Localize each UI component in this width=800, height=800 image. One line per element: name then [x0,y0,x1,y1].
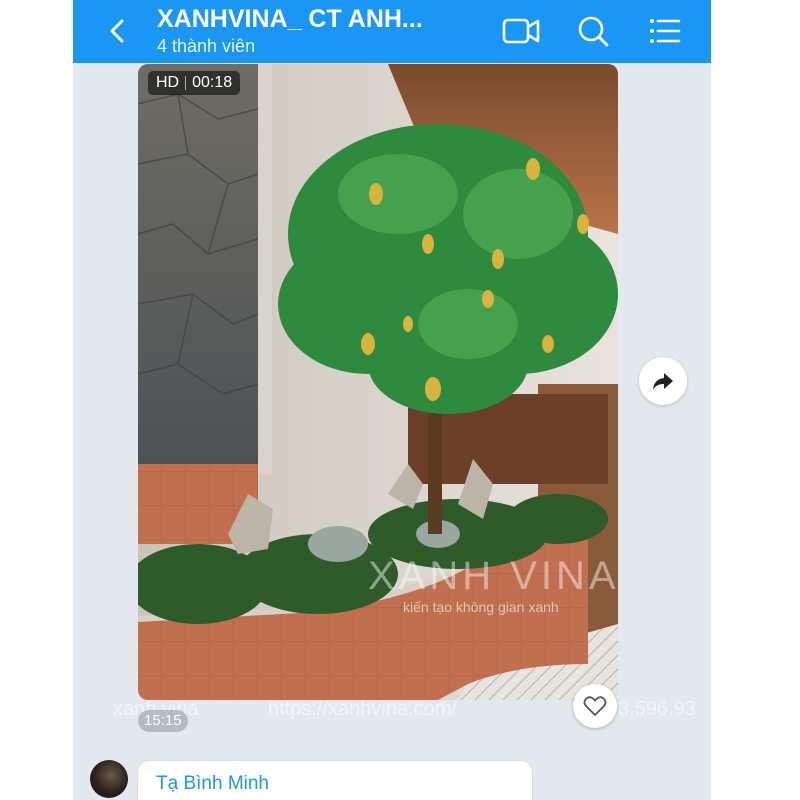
video-watermark-tagline: kiến tạo không gian xanh [403,599,559,615]
video-quality: HD [156,74,180,91]
chevron-left-icon [110,19,124,43]
left-margin [0,0,73,800]
video-thumbnail: XANH VINA kiến tạo không gian xanh [138,64,618,700]
badge-divider [185,76,187,90]
chat-screen: XANHVINA_ CT ANH... 4 thành viên XANH VI… [73,0,711,800]
right-margin [711,0,800,800]
video-info-badge: HD 00:18 [148,71,241,95]
share-arrow-icon [653,373,673,390]
search-icon [578,16,609,47]
message-bubble[interactable]: Tạ Bình Minh [137,760,533,800]
chat-title[interactable]: XANHVINA_ CT ANH... [157,5,457,34]
avatar[interactable] [90,760,128,798]
reaction-button[interactable] [573,684,617,728]
share-button[interactable] [639,357,687,405]
search-button[interactable] [573,12,613,50]
back-button[interactable] [101,14,135,48]
overlay-watermark-url: https://xanhvina.com/ [268,698,457,720]
video-message[interactable]: XANH VINA kiến tạo không gian xanh HD 00… [138,64,618,700]
member-count[interactable]: 4 thành viên [157,36,255,57]
heart-icon [583,696,607,716]
sender-name[interactable]: Tạ Bình Minh [156,773,269,795]
video-call-button[interactable] [501,12,541,50]
video-camera-icon [502,18,540,44]
list-menu-icon [650,19,681,43]
chat-header: XANHVINA_ CT ANH... 4 thành viên [73,0,711,63]
video-duration: 00:18 [192,74,233,91]
message-time: 15:15 [138,710,188,732]
video-watermark-title: XANH VINA [368,554,618,598]
menu-button[interactable] [645,12,685,50]
overlay-watermark-phone: 3.596.93 [618,698,696,720]
